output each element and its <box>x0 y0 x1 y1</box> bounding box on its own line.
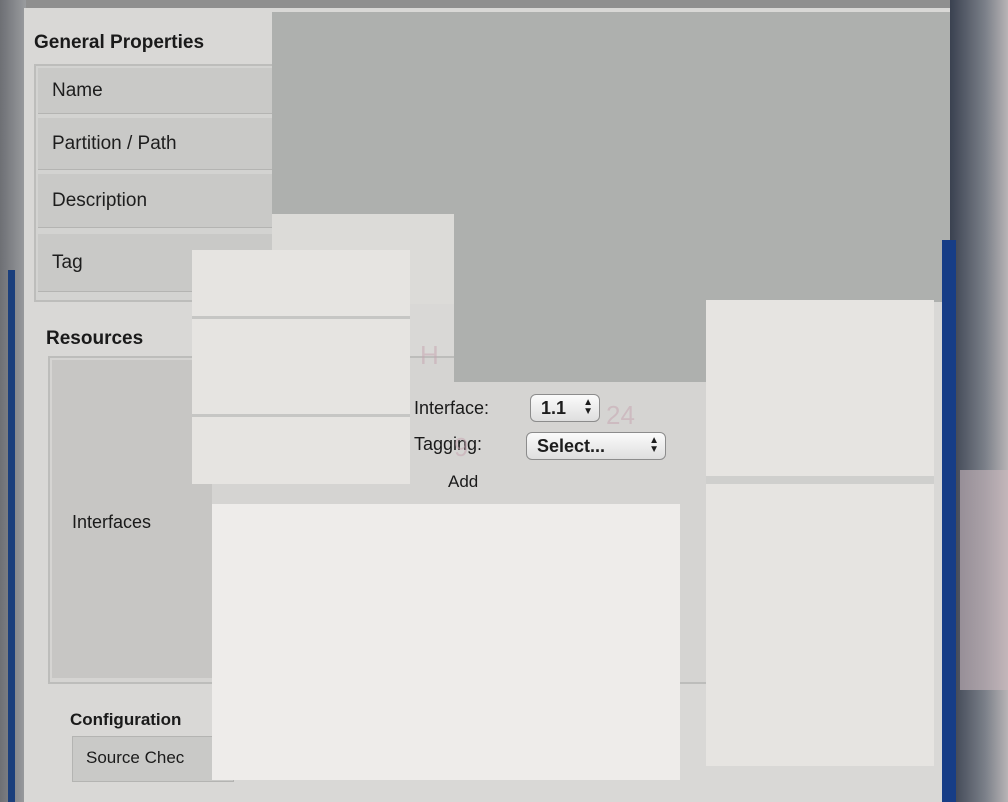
add-interface-button[interactable]: Add <box>448 472 478 492</box>
redaction-block <box>454 214 716 382</box>
monitor-bezel-left <box>8 270 15 802</box>
watermark-fragment: 24 <box>606 400 635 430</box>
interface-field-label: Interface: <box>414 398 490 418</box>
redaction-divider <box>192 414 410 417</box>
screen-glare <box>960 470 1008 690</box>
name-label: Name <box>38 68 278 114</box>
configuration-title: Configuration <box>70 710 182 729</box>
redaction-divider <box>192 316 410 319</box>
select-arrows-icon: ▲ ▼ <box>649 435 659 455</box>
watermark-fragment: 9 <box>454 432 469 462</box>
resources-title: Resources <box>46 328 144 349</box>
interfaces-label: Interfaces <box>72 512 152 532</box>
redaction-block <box>706 300 934 766</box>
redaction-block <box>212 504 680 780</box>
interface-select-value: 1.1 <box>541 397 567 418</box>
partition-path-label: Partition / Path <box>38 118 278 170</box>
redaction-block <box>192 250 410 484</box>
tagging-field-label: Tagging: <box>414 434 483 454</box>
description-label: Description <box>38 174 278 228</box>
interface-select[interactable]: 1.1 ▲ ▼ <box>530 394 600 422</box>
redaction-divider <box>706 476 934 484</box>
monitor-photo: General Properties Name Partition / Path… <box>0 0 1008 802</box>
tagging-select[interactable]: Select... ▲ ▼ <box>526 432 666 460</box>
select-arrows-icon: ▲ ▼ <box>583 397 593 417</box>
monitor-bezel-right <box>942 240 956 802</box>
source-check-label: Source Chec <box>86 748 185 767</box>
watermark-fragment: H <box>420 340 439 370</box>
general-properties-title: General Properties <box>34 32 205 53</box>
tagging-select-value: Select... <box>537 435 606 456</box>
